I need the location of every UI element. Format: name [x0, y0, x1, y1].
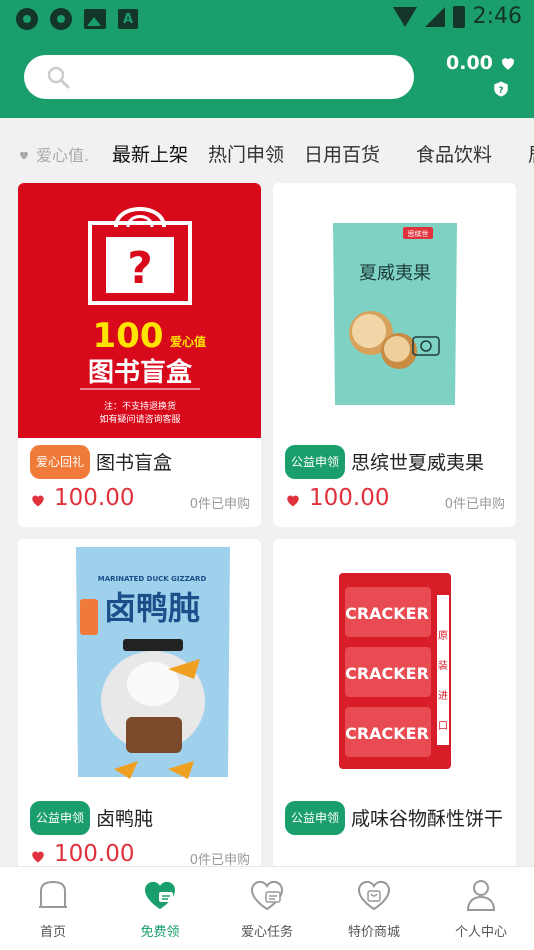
product-badge: 公益申领 — [285, 801, 346, 835]
product-price: 100.00 — [54, 841, 135, 867]
svg-text:?: ? — [498, 86, 503, 96]
tab-love-label: 爱心值. — [36, 146, 90, 165]
price-row: 100.00 0件已申购 — [30, 485, 250, 515]
tab-more[interactable]: 居 — [528, 140, 534, 167]
battery-icon — [452, 5, 465, 28]
product-title: 公益申领 卤鸭肫 — [30, 801, 255, 835]
notification-dot-icon — [16, 8, 38, 30]
product-badge: 公益申领 — [30, 801, 91, 835]
image-brand: CRACKER — [345, 604, 429, 623]
svg-text:口: 口 — [438, 721, 448, 732]
applied-count: 0件已申购 — [189, 497, 250, 512]
product-name: 咸味谷物酥性饼干 — [351, 808, 504, 830]
nav-profile[interactable]: 个人中心 — [431, 877, 531, 940]
image-top: MARINATED DUCK GIZZARD — [98, 575, 207, 583]
tab-newest[interactable]: 最新上架 — [112, 140, 188, 167]
user-icon — [466, 880, 496, 911]
product-price: 100.00 — [309, 485, 390, 511]
home-icon — [39, 880, 67, 908]
nav-mall[interactable]: 特价商城 — [324, 877, 424, 940]
image-notification-icon — [84, 9, 106, 29]
image-name: 夏威夷果 — [359, 263, 431, 284]
category-tabs: 爱心值. 最新上架 热门申领 日用百货 食品饮料 居 — [0, 118, 534, 182]
product-title: 公益申领 思缤世夏威夷果 — [285, 445, 510, 479]
status-bar: A 2:46 — [0, 0, 534, 38]
product-price: 100.00 — [54, 485, 135, 511]
nav-free-label: 免费领 — [140, 925, 180, 940]
search-input[interactable] — [24, 55, 414, 99]
heart-icon — [20, 151, 28, 159]
product-name: 图书盲盒 — [96, 452, 173, 474]
price-row: 100.00 0件已申购 — [285, 485, 505, 515]
nav-profile-label: 个人中心 — [454, 925, 507, 940]
product-card[interactable]: MARINATED DUCK GIZZARD 卤鸭肫 公益申领 卤鸭肫 100.0… — [18, 539, 261, 869]
image-number: 100 — [93, 316, 164, 356]
image-note: 如有疑问请咨询客服 — [99, 413, 180, 425]
notification-dot-icon — [50, 8, 72, 30]
heart-icon — [287, 495, 299, 507]
product-title: 公益申领 咸味谷物酥性饼干 — [285, 801, 510, 835]
status-time: 2:46 — [472, 4, 522, 29]
product-badge: 爱心回礼 — [30, 445, 91, 479]
wifi-icon — [392, 6, 417, 27]
image-brand: CRACKER — [345, 724, 429, 743]
nav-love-task-label: 爱心任务 — [240, 925, 293, 940]
heart-icon — [32, 495, 44, 507]
image-brand: CRACKER — [345, 664, 429, 683]
svg-text:进: 进 — [438, 690, 448, 702]
app-header: 0.00 ? — [0, 38, 534, 118]
mall-icon — [357, 880, 391, 911]
image-brand: 思缤世 — [408, 229, 429, 238]
svg-text:原: 原 — [438, 630, 448, 642]
product-name: 思缤世夏威夷果 — [351, 452, 485, 474]
signal-icon — [424, 6, 445, 27]
applied-count: 0件已申购 — [444, 497, 505, 512]
nav-home[interactable]: 首页 — [3, 877, 103, 940]
svg-text:装: 装 — [438, 659, 448, 672]
love-balance-value: 0.00 — [446, 52, 493, 74]
text-notification-icon: A — [118, 9, 138, 29]
image-unit: 爱心值 — [170, 334, 206, 349]
product-image: 思缤世 夏威夷果 — [273, 183, 516, 438]
product-badge: 公益申领 — [285, 445, 346, 479]
tab-food[interactable]: 食品饮料 — [416, 140, 492, 167]
svg-text:?: ? — [127, 243, 153, 294]
product-title: 爱心回礼 图书盲盒 — [30, 445, 255, 479]
tab-hot[interactable]: 热门申领 — [208, 140, 284, 167]
nav-home-label: 首页 — [39, 925, 66, 940]
image-name: 卤鸭肫 — [104, 589, 200, 627]
product-image: MARINATED DUCK GIZZARD 卤鸭肫 — [18, 539, 261, 794]
heart-icon — [32, 851, 44, 863]
image-note: 注：不支持退换货 — [104, 400, 176, 412]
nav-mall-label: 特价商城 — [347, 925, 400, 940]
tab-love-value[interactable]: 爱心值. — [18, 142, 89, 166]
product-card[interactable]: ? 100 爱心值 图书盲盒 注：不支持退换货 如有疑问请咨询客服 爱心回礼 图书… — [18, 183, 261, 527]
heart-icon — [501, 58, 514, 70]
product-image: CRACKER CRACKER CRACKER 原 装 进 口 — [273, 539, 516, 794]
nav-love-task[interactable]: 爱心任务 — [217, 877, 317, 940]
search-icon — [47, 66, 70, 89]
product-card[interactable]: CRACKER CRACKER CRACKER 原 装 进 口 公益申领 咸味谷物… — [273, 539, 516, 869]
shield-question-icon[interactable]: ? — [492, 80, 510, 98]
free-gift-icon — [144, 881, 176, 909]
love-balance[interactable]: 0.00 — [446, 52, 517, 74]
love-task-icon — [250, 880, 284, 911]
tab-daily[interactable]: 日用百货 — [304, 140, 380, 167]
bottom-nav: 首页 免费领 爱心任务 特价商城 个人中心 — [0, 866, 534, 950]
nav-free[interactable]: 免费领 — [110, 877, 210, 940]
product-card[interactable]: 思缤世 夏威夷果 公益申领 思缤世夏威夷果 100.00 0件已申购 — [273, 183, 516, 527]
product-image: ? 100 爱心值 图书盲盒 注：不支持退换货 如有疑问请咨询客服 — [18, 183, 261, 438]
price-row: 100.00 0件已申购 — [30, 841, 250, 869]
product-name: 卤鸭肫 — [96, 808, 154, 830]
image-name: 图书盲盒 — [88, 357, 193, 388]
